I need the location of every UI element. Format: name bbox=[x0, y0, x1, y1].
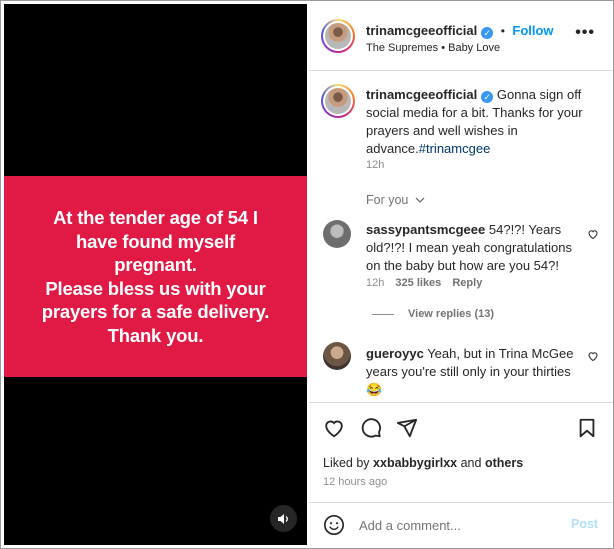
comment-input[interactable] bbox=[357, 513, 561, 537]
liked-by-others-link[interactable]: others bbox=[485, 456, 523, 470]
commenter-avatar[interactable] bbox=[323, 342, 351, 370]
author-username[interactable]: trinamcgeeofficial bbox=[366, 23, 477, 38]
comment-like-icon[interactable] bbox=[587, 350, 599, 362]
comment-filter-dropdown[interactable]: For you bbox=[366, 193, 425, 207]
follow-button[interactable]: Follow bbox=[512, 23, 553, 38]
author-avatar[interactable] bbox=[321, 19, 355, 53]
liked-by-user-link[interactable]: xxbabbygirlxx bbox=[373, 456, 457, 470]
reply-button[interactable]: Reply bbox=[452, 277, 482, 289]
comment-username[interactable]: gueroyyc bbox=[366, 346, 424, 361]
filter-label: For you bbox=[366, 193, 409, 207]
share-send-icon[interactable] bbox=[396, 417, 418, 439]
caption-username[interactable]: trinamcgeeofficial bbox=[366, 87, 477, 102]
comment-likes[interactable]: 325 likes bbox=[395, 277, 441, 289]
comment-username[interactable]: sassypantsmcgeee bbox=[366, 222, 485, 237]
laughing-emoji: 😂 bbox=[366, 382, 383, 397]
speaker-icon bbox=[278, 513, 288, 524]
caption-avatar[interactable] bbox=[321, 84, 355, 118]
caption-time: 12h bbox=[366, 159, 385, 171]
verified-badge-icon: ✓ bbox=[481, 27, 494, 39]
instagram-post-window: At the tender age of 54 I have found mys… bbox=[0, 0, 614, 549]
post-timestamp[interactable]: 12 hours ago bbox=[323, 476, 387, 488]
caption: trinamcgeeofficial ✓ Gonna sign off socia… bbox=[366, 86, 602, 158]
comment-bubble-icon[interactable] bbox=[360, 417, 382, 439]
post-actions: Liked by xxbabbygirlxx and others 12 hou… bbox=[309, 402, 613, 511]
text-banner: At the tender age of 54 I have found mys… bbox=[4, 176, 307, 377]
comment-like-icon[interactable] bbox=[587, 228, 599, 240]
emoji-smiley-icon[interactable] bbox=[323, 514, 345, 536]
verified-badge-icon: ✓ bbox=[481, 91, 494, 103]
comment-time: 12h bbox=[366, 277, 385, 289]
comment-body: sassypantsmcgeee 54?!?! Years old?!?! I … bbox=[366, 221, 584, 275]
banner-text: At the tender age of 54 I have found mys… bbox=[41, 207, 270, 346]
save-bookmark-icon[interactable] bbox=[576, 417, 598, 439]
liked-by-prefix: Liked by bbox=[323, 456, 370, 470]
chevron-down-icon bbox=[415, 197, 425, 203]
liked-by-and: and bbox=[460, 456, 482, 470]
hashtag-link[interactable]: #trinamcgee bbox=[419, 141, 491, 156]
post-side-panel: trinamcgeeofficial ✓ • Follow The Supreme… bbox=[309, 4, 613, 545]
like-heart-icon[interactable] bbox=[323, 417, 345, 439]
liked-by-line: Liked by xxbabbygirlxx and others bbox=[323, 456, 523, 470]
replies-divider bbox=[372, 314, 394, 315]
post-media[interactable]: At the tender age of 54 I have found mys… bbox=[4, 4, 307, 545]
post-comment-button[interactable]: Post bbox=[571, 517, 598, 531]
comment-composer: Post bbox=[309, 502, 613, 546]
audio-track-link[interactable]: The Supremes • Baby Love bbox=[366, 42, 500, 54]
more-options-icon[interactable]: ••• bbox=[575, 24, 595, 42]
view-replies-button[interactable]: View replies (13) bbox=[408, 308, 494, 320]
post-header: trinamcgeeofficial ✓ • Follow The Supreme… bbox=[309, 4, 613, 71]
mute-toggle-button[interactable] bbox=[270, 505, 297, 532]
comment-body: gueroyyc Yeah, but in Trina McGee years … bbox=[366, 345, 584, 399]
commenter-avatar[interactable] bbox=[323, 220, 351, 248]
header-separator: • bbox=[500, 24, 505, 38]
